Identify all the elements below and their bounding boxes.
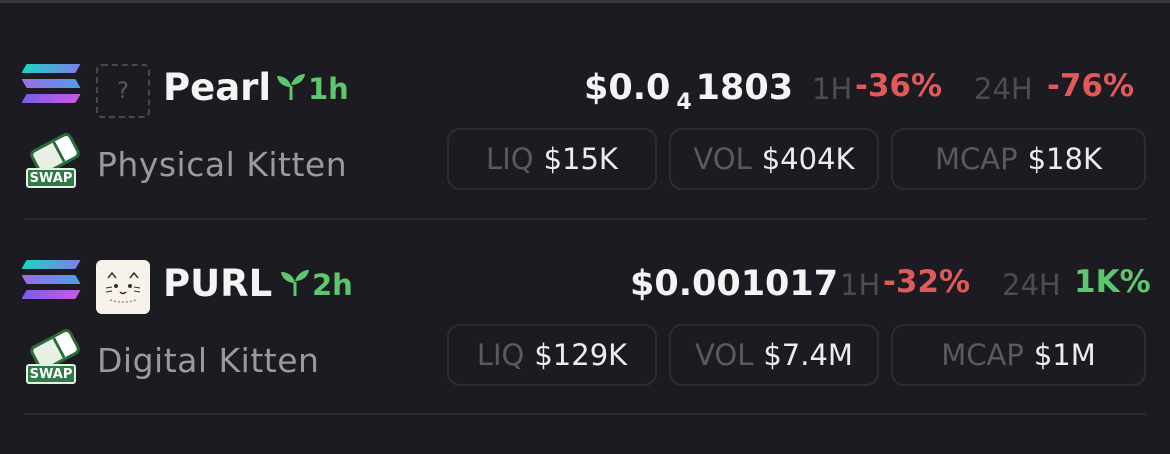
mcap-value: $1M <box>1033 338 1096 372</box>
token-price: $0.0 4 1803 <box>584 68 793 115</box>
change-1h-label: 1H <box>812 72 853 106</box>
change-1h-value: -36% <box>855 68 943 104</box>
top-border <box>0 0 1170 3</box>
liquidity-pill: LIQ $129K <box>447 324 657 386</box>
token-full-name: Physical Kitten <box>97 145 348 184</box>
age-label: 2h <box>312 268 353 302</box>
change-1h-label: 1H <box>840 268 881 302</box>
vol-value: $7.4M <box>763 338 853 372</box>
change-24h-label: 24H <box>974 72 1033 106</box>
token-image <box>96 260 150 314</box>
token-ticker: Pearl <box>163 66 272 109</box>
mcap-label: MCAP <box>935 142 1018 176</box>
liq-label: LIQ <box>476 338 525 372</box>
swap-eraser-icon: SWAP <box>24 326 82 386</box>
mcap-label: MCAP <box>941 338 1024 372</box>
liq-label: LIQ <box>486 142 534 176</box>
token-row-pearl[interactable]: ? Pearl 1h SWAP Physical Kitten $0.0 4 180… <box>0 22 1170 218</box>
age-label: 1h <box>308 72 349 106</box>
solana-icon <box>21 260 81 308</box>
vol-value: $404K <box>761 142 855 176</box>
vol-label: VOL <box>695 338 754 372</box>
solana-icon <box>21 64 81 112</box>
liq-value: $129K <box>534 338 628 372</box>
token-ticker: PURL <box>163 262 273 305</box>
token-age: 2h <box>278 268 353 302</box>
sprout-icon <box>281 270 309 296</box>
mcap-value: $18K <box>1027 142 1102 176</box>
liquidity-pill: LIQ $15K <box>447 128 657 190</box>
price-prefix: $0.0 <box>584 68 671 108</box>
kitten-face-icon <box>105 271 141 303</box>
vol-label: VOL <box>693 142 752 176</box>
volume-pill: VOL $7.4M <box>669 324 879 386</box>
token-row-purl[interactable]: PURL 2h SWAP Digital Kitten $0.001017 1H… <box>0 218 1170 414</box>
token-age: 1h <box>274 72 349 106</box>
mcap-pill: MCAP $18K <box>891 128 1146 190</box>
swap-badge: SWAP <box>26 168 76 188</box>
swap-badge: SWAP <box>26 364 76 384</box>
price-zero-count: 4 <box>676 90 692 115</box>
change-1h-value: -32% <box>883 264 971 300</box>
liq-value: $15K <box>543 142 618 176</box>
token-full-name: Digital Kitten <box>97 341 320 380</box>
change-24h-value: 1K% <box>1074 264 1151 300</box>
price-digits: 1803 <box>695 68 794 108</box>
volume-pill: VOL $404K <box>669 128 879 190</box>
token-image-placeholder: ? <box>96 64 150 118</box>
swap-eraser-icon: SWAP <box>24 130 82 190</box>
change-24h-value: -76% <box>1047 68 1135 104</box>
row-divider <box>24 413 1146 415</box>
mcap-pill: MCAP $1M <box>891 324 1146 386</box>
sprout-icon <box>277 74 305 100</box>
change-24h-label: 24H <box>1002 268 1061 302</box>
token-price: $0.001017 <box>630 264 839 304</box>
